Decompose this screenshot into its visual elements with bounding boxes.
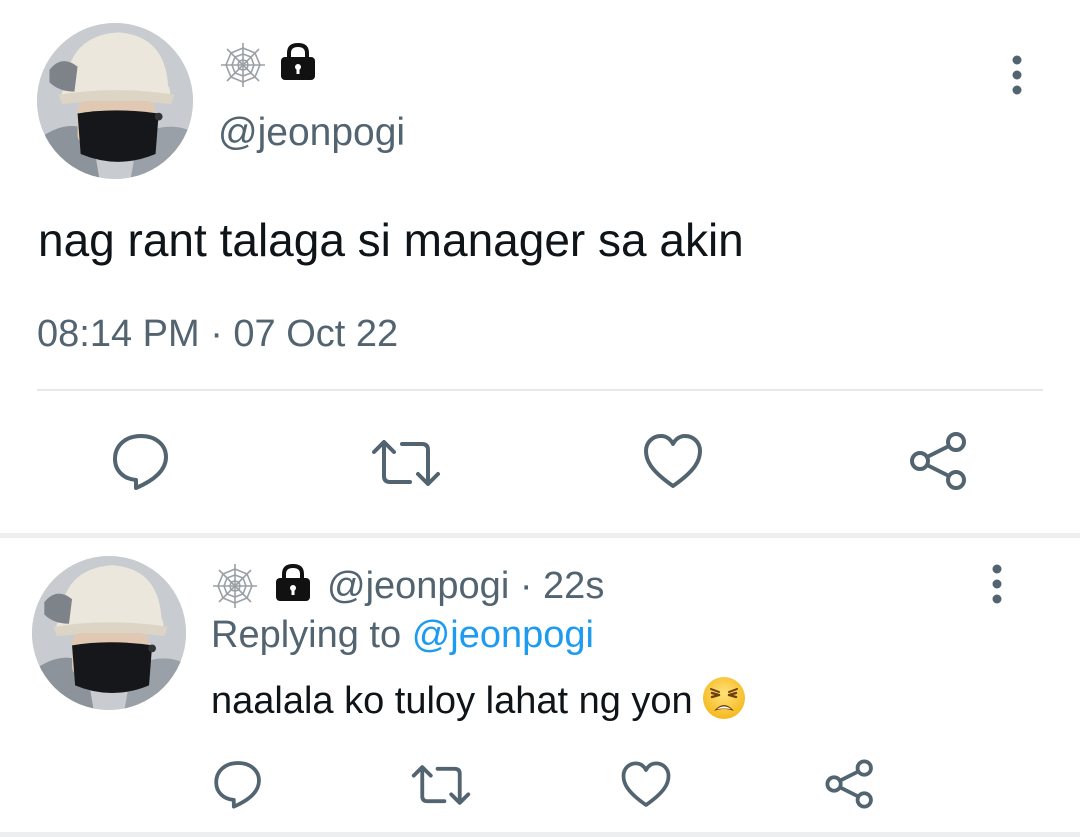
avatar[interactable] [37,23,193,179]
reply-icon [113,434,168,490]
spider-web-icon [213,564,257,608]
share-button[interactable] [908,430,970,492]
user-handle[interactable]: @jeonpogi [218,108,405,158]
like-icon [644,434,702,488]
section-divider [0,832,1080,837]
reply-text-row: naalala ko tuloy lahat ng yon [211,675,747,726]
like-button[interactable] [620,760,672,810]
reply-button[interactable] [212,758,264,810]
lock-icon [281,42,315,80]
separator: · [519,565,533,607]
share-icon [910,432,966,490]
tweet-timestamp: 08:14 PM · 07 Oct 22 [37,313,399,355]
like-icon [621,761,671,807]
tweet-text: nag rant talaga si manager sa akin [38,214,744,266]
reply-button[interactable] [110,430,172,492]
tweet-text: naalala ko tuloy lahat ng yon [211,680,693,722]
replying-to: Replying to @jeonpogi [211,610,594,660]
user-handle[interactable]: @jeonpogi [327,565,509,607]
divider [37,389,1043,391]
mention-link[interactable]: @jeonpogi [412,614,594,656]
avatar[interactable] [32,556,186,710]
avatar-photo [37,23,193,179]
avatar-photo [32,556,186,710]
more-vertical-icon[interactable] [1004,54,1030,96]
spider-web-icon [221,43,265,87]
retweet-icon [411,765,471,805]
like-button[interactable] [642,432,704,492]
section-divider [0,533,1080,538]
replying-prefix: Replying to [211,614,402,656]
retweet-icon [372,440,440,486]
weary-face-emoji [702,677,745,719]
more-vertical-icon[interactable] [984,563,1010,605]
lock-icon [276,563,310,601]
retweet-button[interactable] [370,436,442,490]
share-icon [825,759,873,809]
reply-header: @jeonpogi · 22s [327,561,604,611]
retweet-button[interactable] [410,762,472,808]
tweet-age: 22s [543,565,605,607]
share-button[interactable] [824,758,876,810]
reply-icon [214,761,261,809]
